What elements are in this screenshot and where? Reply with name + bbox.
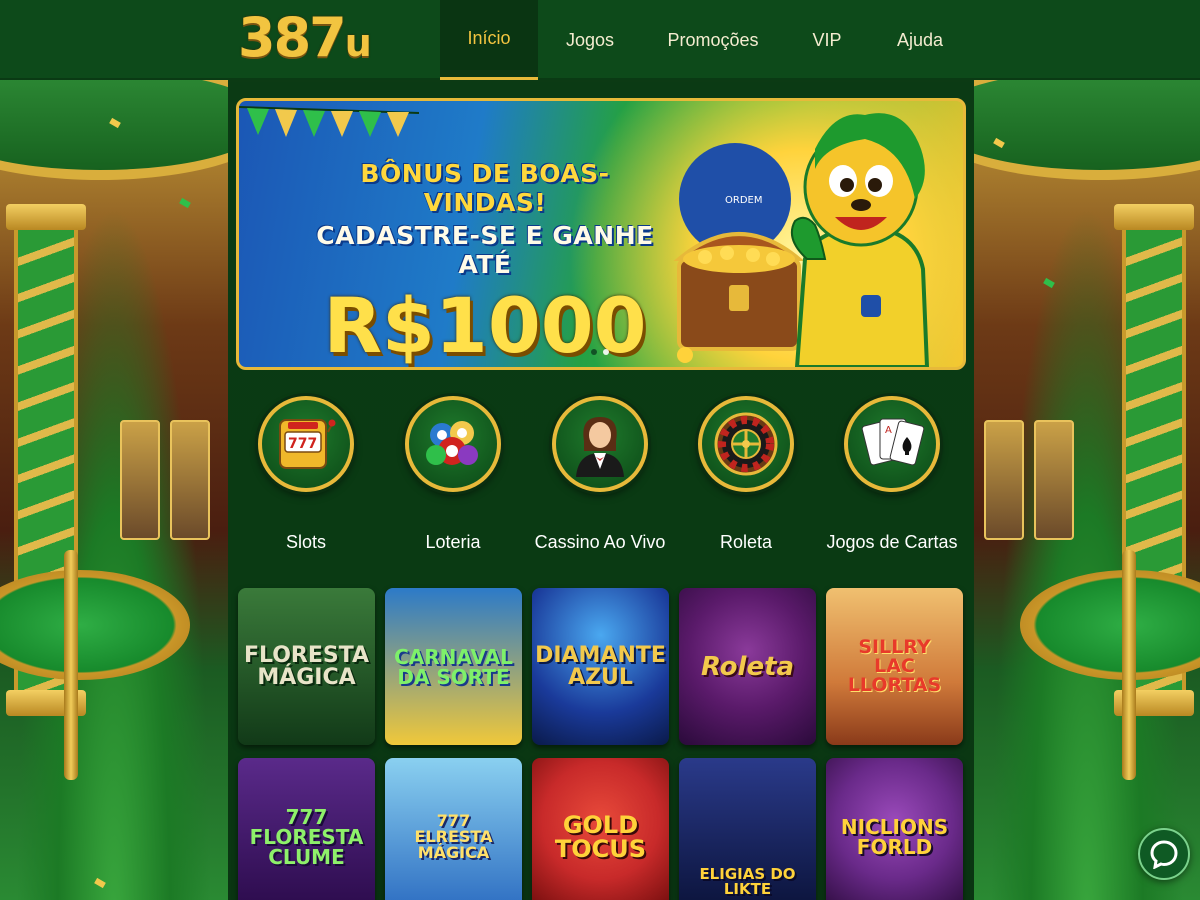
carousel-dot-active[interactable] [603,349,609,355]
category-icon-circle: A [844,396,940,492]
nav-item-inicio[interactable]: Início [440,0,538,80]
category-jogos-de-cartas[interactable]: A Jogos de Cartas [822,396,962,553]
category-icon-circle [552,396,648,492]
nav-label: Jogos [565,29,615,50]
svg-text:777: 777 [288,436,317,452]
decorative-slot-machine [120,420,160,540]
game-tile[interactable]: NICLIONS FORLD [826,758,963,900]
category-icon-circle [405,396,501,492]
promo-banner[interactable]: BÔNUS DE BOAS-VINDAS! CADASTRE-SE E GANH… [236,98,966,370]
roulette-wheel-icon [714,412,778,476]
top-header: 387u Início Jogos Promoções VIP Ajuda [0,0,1200,80]
site-logo[interactable]: 387u [238,6,372,69]
confetti [179,197,191,209]
category-label: Loteria [425,532,481,552]
game-title: 777 ELRESTA MÁGICA [414,810,493,862]
decorative-stanchion [1122,550,1136,780]
decorative-casino-table [1020,570,1200,680]
decorative-slot-machine [170,420,210,540]
confetti [1043,277,1055,289]
banner-carousel-dots [591,349,609,355]
live-dealer-icon [576,417,624,477]
category-loteria[interactable]: Loteria [383,396,523,553]
category-cassino-ao-vivo[interactable]: Cassino Ao Vivo [530,396,670,553]
decorative-arch [0,80,228,180]
nav-item-ajuda[interactable]: Ajuda [870,0,970,80]
category-label: Slots [285,532,327,552]
bunting-decoration [239,106,419,137]
banner-bonus-amount: R$1000 [323,281,647,370]
game-title: FLORESTA MÁGICA [243,642,370,690]
game-tile[interactable]: FLORESTA MÁGICA [238,588,375,745]
category-label: Roleta [719,532,773,552]
game-title: ELIGIAS DO LIKTE [699,864,796,898]
nav-item-vip[interactable]: VIP [784,0,870,80]
decorative-slot-machine [1034,420,1074,540]
slot-machine-icon: 777 [279,419,336,469]
lottery-balls-icon [426,421,478,465]
game-tile[interactable]: GOLD TOCUS [532,758,669,900]
carousel-dot[interactable] [591,349,597,355]
chat-bubble-icon [1150,840,1178,869]
game-tile[interactable]: CARNAVAL DA SORTE [385,588,522,745]
main-content: BÔNUS DE BOAS-VINDAS! CADASTRE-SE E GANH… [228,82,974,900]
decorative-stanchion [64,550,78,780]
banner-headline: BÔNUS DE BOAS-VINDAS! [360,159,610,217]
game-tile[interactable]: Roleta [679,588,816,745]
game-tile[interactable]: 777 FLORESTA CLUME [238,758,375,900]
logo-number: 387 [238,6,347,69]
confetti [94,877,106,889]
logo-suffix: u [344,21,372,65]
decorative-arch [974,80,1200,180]
main-nav: Início Jogos Promoções VIP Ajuda [440,0,970,80]
mascot-shirt-text: ORDEM [725,195,762,206]
casino-background-right [974,80,1200,900]
category-label: Jogos de Cartas [826,532,958,552]
game-tile[interactable]: SILLRY LAC LLORTAS [826,588,963,745]
nav-label: Ajuda [896,29,944,50]
playing-cards-icon: A [861,418,924,466]
game-title: GOLD TOCUS [554,810,647,863]
svg-text:A: A [885,425,892,436]
category-roleta[interactable]: Roleta [676,396,816,553]
category-icon-circle [698,396,794,492]
game-tile[interactable]: DIAMANTE AZUL [532,588,669,745]
mascot-with-treasure-chest: ORDEM [673,113,930,367]
category-slots[interactable]: 777 Slots [236,396,376,553]
nav-label: Promoções [667,29,759,50]
nav-item-jogos[interactable]: Jogos [538,0,642,80]
category-row: 777 Slots Loteria Cassino Ao Vivo Roleta… [228,396,974,566]
banner-text: BÔNUS DE BOAS-VINDAS! CADASTRE-SE E GANH… [315,159,655,370]
decorative-casino-table [0,570,190,680]
live-chat-button[interactable] [1138,828,1190,880]
game-tile[interactable]: 777 ELRESTA MÁGICA [385,758,522,900]
game-title: SILLRY LAC LLORTAS [847,636,942,696]
casino-background-left [0,80,228,900]
game-tile[interactable]: ELIGIAS DO LIKTE [679,758,816,900]
game-title: NICLIONS FORLD [840,814,949,859]
game-title: DIAMANTE AZUL [535,642,666,690]
game-title: Roleta [700,651,795,682]
game-title: 777 FLORESTA CLUME [249,804,364,869]
game-title: CARNAVAL DA SORTE [394,644,513,689]
nav-item-promocoes[interactable]: Promoções [642,0,784,80]
nav-label: Início [467,28,511,48]
decorative-slot-machine [984,420,1024,540]
category-icon-circle: 777 [258,396,354,492]
banner-subheadline: CADASTRE-SE E GANHE ATÉ [316,221,654,279]
nav-label: VIP [812,29,842,50]
category-label: Cassino Ao Vivo [534,532,666,552]
